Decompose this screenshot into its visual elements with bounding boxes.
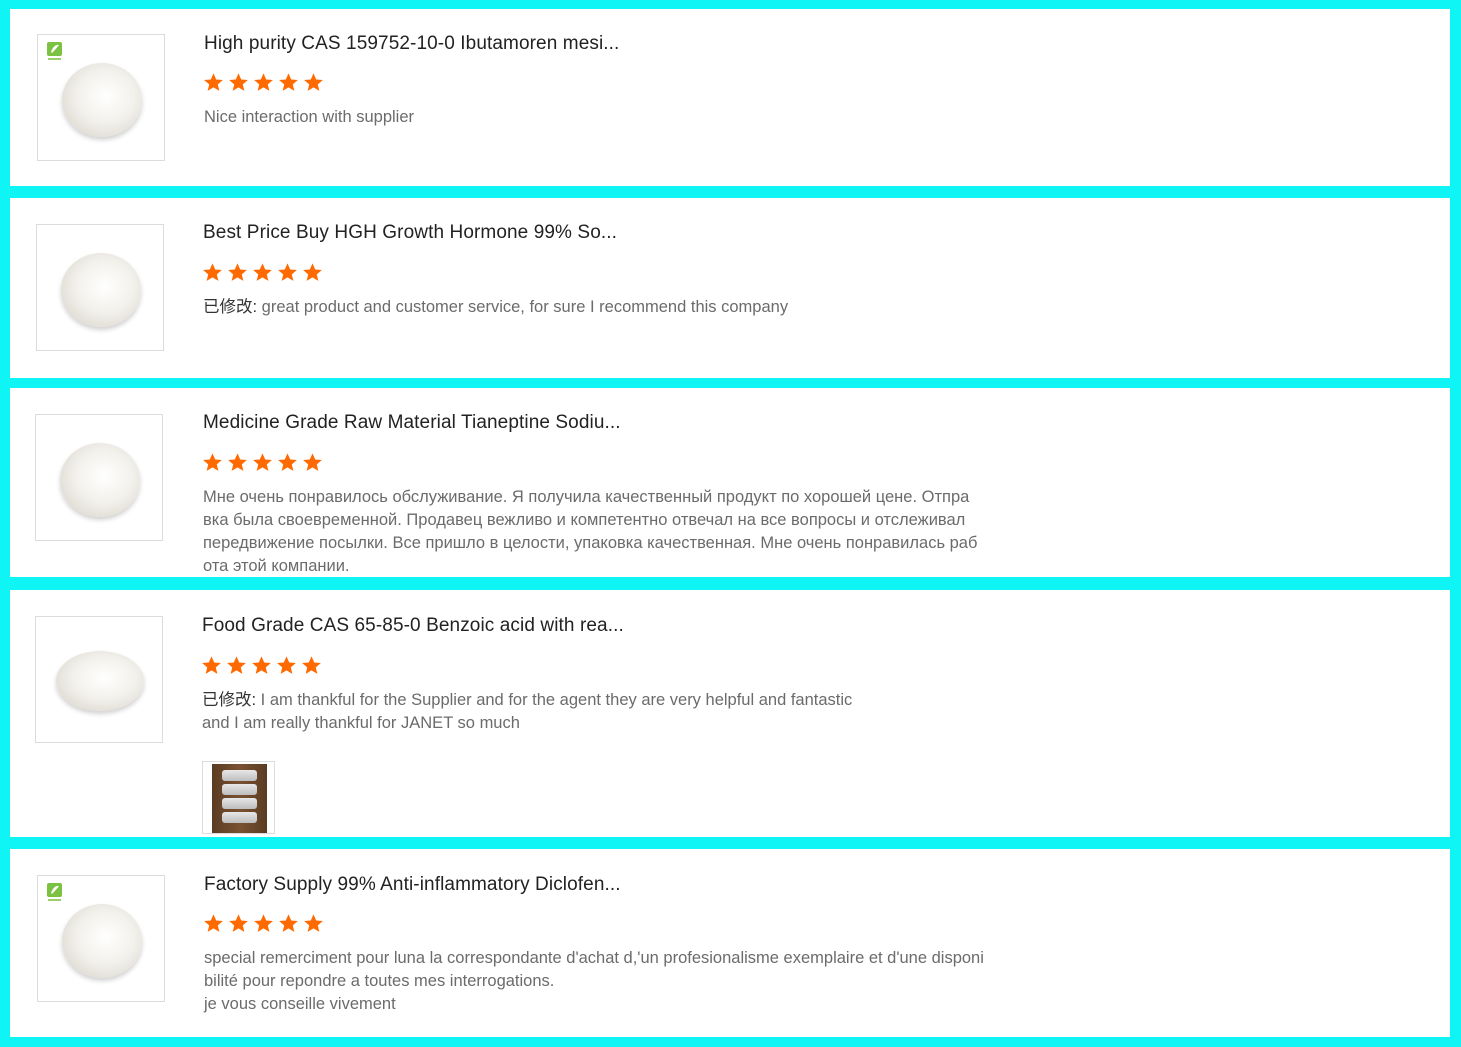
review-body: great product and customer service, for … <box>257 298 789 316</box>
rating-stars <box>201 655 322 676</box>
bag-image <box>222 798 257 809</box>
star-icon <box>228 263 247 281</box>
star-icon <box>279 73 298 91</box>
review-card: Best Price Buy HGH Growth Hormone 99% So… <box>10 198 1450 378</box>
star-icon <box>254 73 273 91</box>
leaf-logo-icon <box>47 883 62 901</box>
bag-image <box>222 784 257 795</box>
star-icon <box>227 656 246 674</box>
star-icon <box>277 656 296 674</box>
star-icon <box>303 263 322 281</box>
product-title[interactable]: Medicine Grade Raw Material Tianeptine S… <box>203 412 621 434</box>
star-icon <box>302 656 321 674</box>
product-title[interactable]: Food Grade CAS 65-85-0 Benzoic acid with… <box>202 615 624 637</box>
product-image <box>56 651 144 711</box>
edited-label: 已修改: <box>202 691 257 709</box>
box-image <box>212 764 267 833</box>
review-text: special remerciment pour luna la corresp… <box>204 947 1064 1016</box>
review-card: High purity CAS 159752-10-0 Ibutamoren m… <box>10 9 1450 186</box>
rating-stars <box>202 452 323 473</box>
star-icon <box>254 914 273 932</box>
bag-image <box>222 812 257 823</box>
star-icon <box>278 453 297 471</box>
review-photo[interactable] <box>202 761 275 834</box>
product-thumbnail[interactable] <box>36 224 164 351</box>
star-icon <box>229 73 248 91</box>
review-text: Мне очень понравилось обслуживание. Я по… <box>203 486 1063 577</box>
product-title[interactable]: High purity CAS 159752-10-0 Ibutamoren m… <box>204 33 619 55</box>
product-thumbnail[interactable] <box>35 616 163 743</box>
star-icon <box>204 73 223 91</box>
star-icon <box>253 453 272 471</box>
product-image <box>62 904 142 978</box>
star-icon <box>203 453 222 471</box>
product-image <box>60 443 140 517</box>
bag-image <box>222 770 257 781</box>
review-card: Food Grade CAS 65-85-0 Benzoic acid with… <box>10 590 1450 837</box>
star-icon <box>229 914 248 932</box>
review-body: Nice interaction with supplier <box>204 108 415 126</box>
star-icon <box>279 914 298 932</box>
product-thumbnail[interactable] <box>37 875 165 1002</box>
star-icon <box>228 453 247 471</box>
product-image <box>62 63 142 137</box>
star-icon <box>304 73 323 91</box>
review-body: I am thankful for the Supplier and for t… <box>202 691 853 732</box>
star-icon <box>252 656 271 674</box>
review-card: Factory Supply 99% Anti-inflammatory Dic… <box>10 849 1450 1037</box>
product-thumbnail[interactable] <box>35 414 163 541</box>
review-text: 已修改: great product and customer service,… <box>203 296 1063 319</box>
review-body: special remerciment pour luna la corresp… <box>204 949 984 1013</box>
review-text: Nice interaction with supplier <box>204 106 1064 129</box>
rating-stars <box>203 913 324 934</box>
star-icon <box>304 914 323 932</box>
leaf-logo-icon <box>47 42 62 60</box>
rating-stars <box>202 262 323 283</box>
product-image <box>61 253 141 327</box>
rating-stars <box>203 72 324 93</box>
star-icon <box>303 453 322 471</box>
star-icon <box>278 263 297 281</box>
star-icon <box>253 263 272 281</box>
review-text: 已修改: I am thankful for the Supplier and … <box>202 689 1062 735</box>
product-title[interactable]: Best Price Buy HGH Growth Hormone 99% So… <box>203 222 617 244</box>
star-icon <box>203 263 222 281</box>
edited-label: 已修改: <box>203 298 258 316</box>
product-thumbnail[interactable] <box>37 34 165 161</box>
review-card: Medicine Grade Raw Material Tianeptine S… <box>10 388 1450 577</box>
star-icon <box>204 914 223 932</box>
star-icon <box>202 656 221 674</box>
review-body: Мне очень понравилось обслуживание. Я по… <box>203 488 978 575</box>
product-title[interactable]: Factory Supply 99% Anti-inflammatory Dic… <box>204 874 621 896</box>
